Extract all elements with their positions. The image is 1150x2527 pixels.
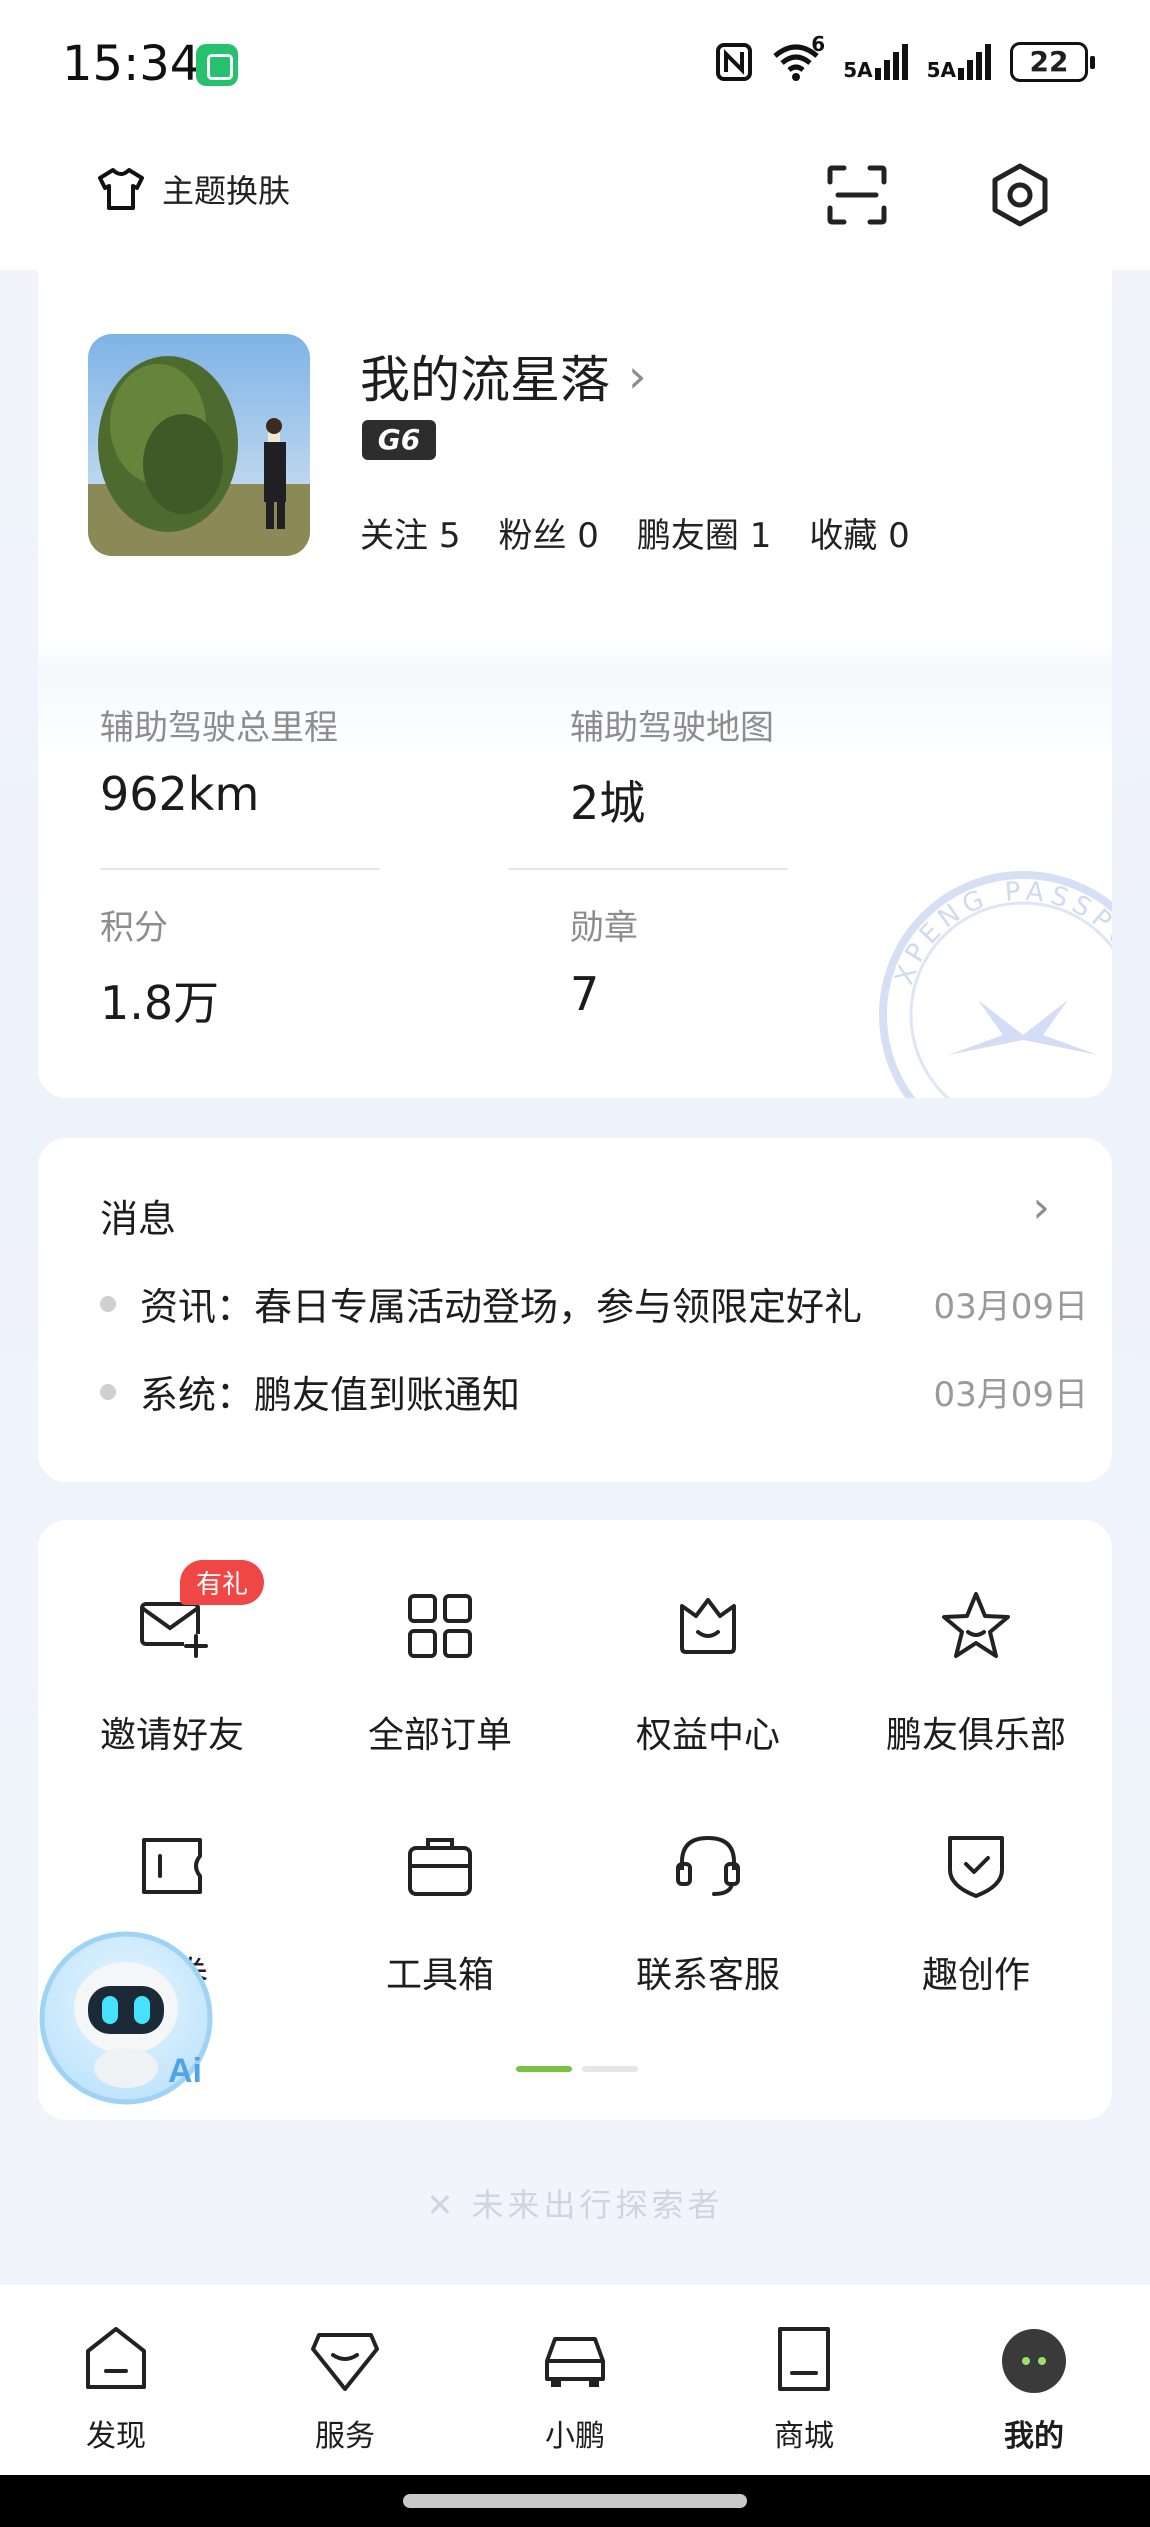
theme-skin-label: 主题换肤: [162, 172, 291, 210]
service-icon: [311, 2333, 379, 2391]
gesture-area: [0, 2475, 1150, 2527]
bullet-dot: [100, 1295, 116, 1312]
tab-service[interactable]: 服务: [265, 2321, 425, 2455]
cell-signal-2-icon: 5A: [927, 44, 992, 80]
nfc-icon: [716, 43, 753, 81]
stat-followers[interactable]: 粉丝 0: [498, 508, 598, 557]
profile-card: 我的流星落 › G6 关注 5 粉丝 0 鹏友圈 1 收藏 0 辅助驾驶总里程 …: [38, 270, 1112, 1098]
message-item[interactable]: 系统：鹏友值到账通知 03月09日: [100, 1364, 1088, 1419]
stat-circle[interactable]: 鹏友圈 1: [637, 508, 771, 557]
status-bar: 15:34 6 5A 5A 22: [0, 0, 1150, 130]
status-time: 15:34: [62, 36, 201, 92]
page-dot: [582, 2066, 638, 2072]
bullet-dot: [100, 1383, 116, 1400]
gift-badge: 有礼: [180, 1560, 265, 1605]
coupon-icon: [142, 1838, 202, 1894]
metric-points[interactable]: 积分 1.8万: [100, 900, 400, 1033]
social-stats: 关注 5 粉丝 0 鹏友圈 1 收藏 0: [360, 508, 910, 557]
metric-assist-map[interactable]: 辅助驾驶地图 2城: [570, 700, 870, 833]
page-indicator: [516, 2066, 638, 2072]
message-text: 资讯：春日专属活动登场，参与领限定好礼: [140, 1285, 863, 1329]
grid-benefits-center[interactable]: 权益中心: [574, 1586, 842, 1758]
message-date: 03月09日: [933, 1287, 1088, 1327]
user-avatar[interactable]: [88, 334, 310, 556]
username: 我的流星落: [360, 351, 610, 409]
message-date: 03月09日: [933, 1375, 1088, 1415]
grid-creation[interactable]: 趣创作: [842, 1826, 1110, 1998]
passport-text: XPENG PASSPORT: [889, 877, 1112, 1000]
tab-xpeng[interactable]: 小鹏: [495, 2321, 655, 2455]
messages-card[interactable]: 消息 › 资讯：春日专属活动登场，参与领限定好礼 03月09日 系统：鹏友值到账…: [38, 1138, 1112, 1482]
grid-toolbox[interactable]: 工具箱: [306, 1826, 574, 1998]
home-indicator[interactable]: [403, 2494, 747, 2508]
message-text: 系统：鹏友值到账通知: [140, 1373, 521, 1417]
car-icon: [545, 2337, 605, 2387]
discover-icon: [86, 2327, 146, 2389]
bottom-tab-bar: 发现 服务 小鹏 商城 我的: [0, 2285, 1150, 2475]
chevron-right-icon: ›: [628, 349, 647, 403]
divider: [100, 868, 380, 870]
grid-customer-service[interactable]: 联系客服: [574, 1826, 842, 1998]
tab-me[interactable]: 我的: [954, 2321, 1114, 2455]
star-club-icon: [942, 1592, 1010, 1658]
shield-check-icon: [948, 1836, 1004, 1898]
car-model-badge: G6: [362, 420, 436, 460]
ai-label: Ai: [168, 2052, 202, 2090]
benefits-icon: [680, 1598, 736, 1654]
divider: [508, 868, 788, 870]
headset-icon: [676, 1835, 740, 1896]
status-icons: 6 5A 5A 22: [715, 32, 1095, 82]
grid-invite-friends[interactable]: 邀请好友: [38, 1586, 306, 1758]
shop-icon: [778, 2327, 830, 2391]
chevron-right-icon[interactable]: ›: [1032, 1182, 1050, 1233]
brand-slogan: ✕ 未来出行探索者: [426, 2186, 724, 2224]
cell-signal-1-icon: 5A: [843, 44, 908, 80]
metric-assist-mileage[interactable]: 辅助驾驶总里程 962km: [100, 700, 400, 821]
tab-discover[interactable]: 发现: [36, 2321, 196, 2455]
tshirt-icon: [98, 168, 144, 210]
grid-all-orders[interactable]: 全部订单: [306, 1586, 574, 1758]
messages-title: 消息: [100, 1197, 177, 1241]
stat-following[interactable]: 关注 5: [360, 508, 460, 557]
scan-icon[interactable]: [822, 160, 892, 230]
username-link[interactable]: 我的流星落 ›: [360, 340, 646, 412]
battery-icon: 22: [1010, 42, 1095, 82]
stat-favorites[interactable]: 收藏 0: [809, 508, 909, 557]
me-avatar-icon: [1002, 2329, 1066, 2393]
theme-skin-button[interactable]: 主题换肤: [96, 166, 290, 212]
tab-shop[interactable]: 商城: [724, 2321, 884, 2455]
metric-medals[interactable]: 勋章 7: [570, 900, 870, 1021]
settings-hexagon-icon[interactable]: [985, 160, 1055, 230]
page-dot-active: [516, 2066, 572, 2072]
toolbox-icon: [408, 1838, 472, 1896]
grid-club[interactable]: 鹏友俱乐部: [842, 1586, 1110, 1758]
passport-stamp-icon: XPENG PASSPORT: [879, 871, 1112, 1098]
svg-text:XPENG PASSPORT: XPENG PASSPORT: [889, 877, 1112, 1000]
app-notification-icon: [196, 44, 238, 86]
wifi-icon: 6: [771, 32, 825, 82]
grid-orders-icon: [408, 1594, 472, 1658]
ai-assistant-button[interactable]: Ai: [36, 1928, 216, 2108]
message-item[interactable]: 资讯：春日专属活动登场，参与领限定好礼 03月09日: [100, 1276, 1088, 1331]
xpeng-logo-icon: ✕: [426, 2186, 472, 2224]
top-bar: 主题换肤: [0, 130, 1150, 270]
